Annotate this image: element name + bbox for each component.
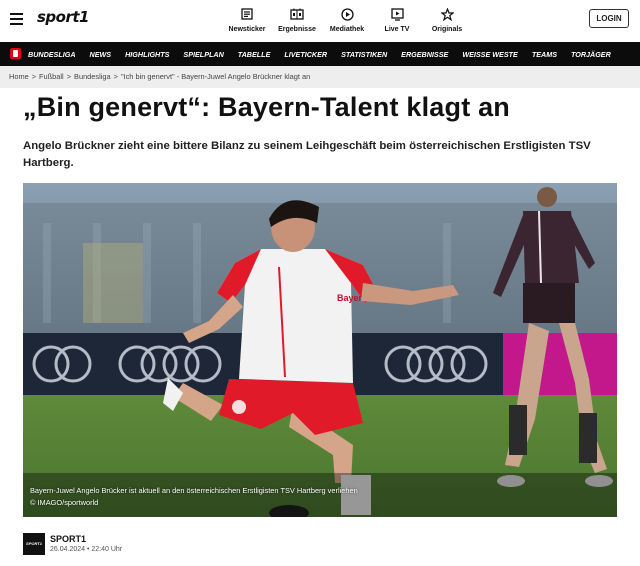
main-nav-item-tabelle[interactable]: TABELLE [238,50,271,59]
nav-label: Mediathek [329,26,365,33]
breadcrumb: Home > Fußball > Bundesliga > "Ich bin genervt… [0,66,640,88]
image-caption-text: Bayern-Juwel Angelo Brücker ist aktuell … [30,486,358,495]
main-nav-item-weisse-weste[interactable]: WEISSE WESTE [462,50,518,59]
publish-date: 26.04.2024 • 22:40 Uhr [50,546,123,553]
image-credit: © IMAGO/sportworld [30,498,99,507]
author-avatar[interactable]: SPORT1 [23,533,45,555]
tv-icon [372,6,422,22]
top-header: sport1 Newsticker Ergebnisse Mediathek L… [0,0,640,40]
star-icon [422,6,472,22]
nav-live-tv[interactable]: Live TV [372,6,422,33]
main-nav-item-teams[interactable]: TEAMS [532,50,557,59]
login-button[interactable]: LOGIN [589,9,629,28]
nav-label: Newsticker [228,26,266,33]
newsticker-icon [222,6,272,22]
main-nav-item-liveticker[interactable]: LIVETICKER [284,50,327,59]
main-nav-item-highlights[interactable]: HIGHLIGHTS [125,50,169,59]
breadcrumb-separator: > [113,72,118,81]
article-title: „Bin genervt“: Bayern-Talent klagt an [23,92,510,122]
main-nav-item-news[interactable]: NEWS [90,50,112,59]
top-nav: Newsticker Ergebnisse Mediathek Live TV … [222,6,472,33]
breadcrumb-separator: > [66,72,72,81]
football-photo: Bayern Munich [23,183,617,517]
play-icon [322,6,372,22]
author-name[interactable]: SPORT1 [50,534,86,544]
nav-originals[interactable]: Originals [422,6,472,33]
main-nav: BUNDESLIGA NEWS HIGHLIGHTS SPIELPLAN TABELLE… [0,42,640,66]
main-nav-list: BUNDESLIGA NEWS HIGHLIGHTS SPIELPLAN TABELLE… [28,42,625,66]
breadcrumb-bundesliga[interactable]: Bundesliga [74,72,111,81]
image-caption: Bayern-Juwel Angelo Brücker ist aktuell … [30,485,358,509]
main-nav-item-torjäger[interactable]: TORJÄGER [571,50,611,59]
main-nav-item-statistiken[interactable]: STATISTIKEN [341,50,387,59]
scoreboard-icon [272,6,322,22]
bundesliga-logo-icon[interactable] [10,48,21,59]
article-lead: Angelo Brückner zieht eine bittere Bilan… [23,140,591,169]
nav-label: Originals [431,26,463,33]
nav-label: Live TV [384,26,410,33]
main-nav-item-ergebnisse[interactable]: ERGEBNISSE [401,50,448,59]
main-nav-item-spielplan[interactable]: SPIELPLAN [183,50,223,59]
nav-newsticker[interactable]: Newsticker [222,6,272,33]
breadcrumb-home[interactable]: Home [9,72,29,81]
main-nav-item-bundesliga[interactable]: BUNDESLIGA [28,50,76,59]
article-hero-image[interactable]: Bayern Munich Bayern-Juwel Angelo Brücke… [23,183,617,517]
breadcrumb-fussball[interactable]: Fußball [39,72,64,81]
breadcrumb-current: "Ich bin genervt" - Bayern-Juwel Angelo … [120,72,311,81]
site-logo[interactable]: sport1 [37,8,89,26]
nav-label: Ergebnisse [278,26,316,33]
nav-ergebnisse[interactable]: Ergebnisse [272,6,322,33]
breadcrumb-separator: > [31,72,37,81]
menu-icon[interactable] [10,13,23,25]
nav-mediathek[interactable]: Mediathek [322,6,372,33]
